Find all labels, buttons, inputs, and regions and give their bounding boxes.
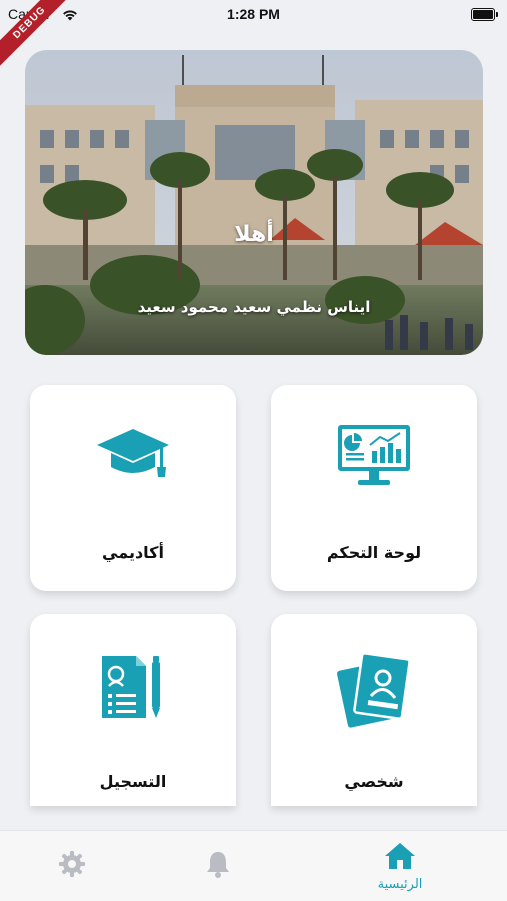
bell-icon	[207, 852, 229, 878]
nav-home[interactable]: الرئيسية	[362, 831, 438, 901]
status-bar: Carrier 1:28 PM	[0, 0, 507, 30]
personal-card[interactable]: شخصي	[271, 614, 477, 806]
nav-settings[interactable]	[52, 831, 92, 901]
dashboard-label: لوحة التحكم	[326, 543, 422, 562]
hero-banner: أهلا ايناس نظمي سعيد محمود سعيد	[25, 50, 483, 355]
dashboard-card[interactable]: لوحة التحكم	[271, 385, 477, 591]
registration-form-icon	[102, 656, 160, 718]
registration-label: التسجيل	[99, 772, 167, 791]
academic-label: أكاديمي	[102, 543, 164, 562]
clock: 1:28 PM	[227, 6, 280, 22]
id-card-icon	[337, 652, 411, 728]
graduation-cap-icon	[97, 429, 169, 477]
personal-label: شخصي	[344, 772, 404, 791]
greeting-title: أهلا	[234, 222, 274, 247]
dashboard-monitor-icon	[338, 425, 410, 485]
registration-card[interactable]: التسجيل	[30, 614, 236, 806]
home-icon	[385, 843, 415, 869]
gear-icon	[59, 851, 85, 877]
academic-card[interactable]: أكاديمي	[30, 385, 236, 591]
bottom-navigation: الرئيسية	[0, 830, 507, 901]
user-name: ايناس نظمي سعيد محمود سعيد	[137, 298, 371, 316]
nav-notifications[interactable]	[198, 831, 238, 901]
nav-home-label: الرئيسية	[377, 877, 423, 892]
battery-icon	[471, 8, 498, 21]
